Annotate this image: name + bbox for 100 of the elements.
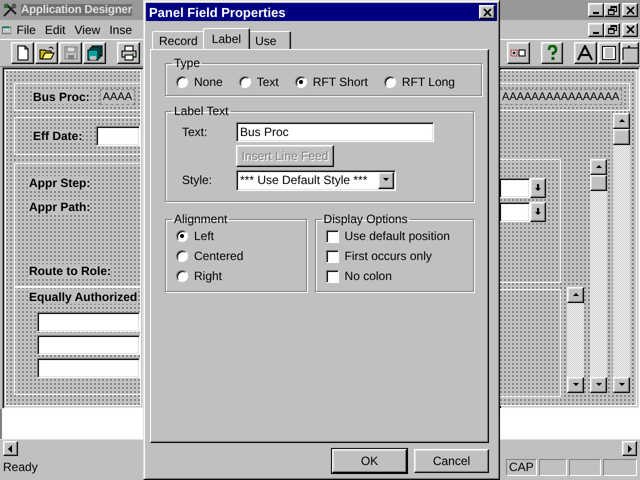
ok-button[interactable]: OK [332,449,407,473]
toolbar-button[interactable] [574,42,596,64]
scroll-up-button[interactable] [613,113,630,129]
scrollbar[interactable] [613,113,630,393]
radio-button[interactable] [176,250,188,262]
checkbox-label: No colon [344,269,392,283]
style-dropdown[interactable]: *** Use Default Style *** [236,170,396,190]
scrollbar[interactable] [500,439,640,457]
scroll-up-button[interactable] [567,287,584,303]
field-label: Appr Path: [29,200,90,214]
radio-button[interactable] [238,76,251,88]
menu-item[interactable]: Edit [44,22,66,36]
scrollbar[interactable] [567,287,584,393]
radio-label: RFT Long [402,75,455,89]
checkbox[interactable] [326,270,339,282]
radio-label: Left [194,229,214,243]
dropdown-button[interactable] [530,202,546,222]
dropdown-value: *** Use Default Style *** [240,173,368,187]
field-label: Style: [181,173,214,187]
window-title: Application Designer [21,4,132,16]
frame-icon [600,45,617,61]
toolbar-button[interactable] [11,42,34,64]
scroll-down-button[interactable] [567,377,584,393]
restore-button[interactable] [604,3,620,17]
restore-icon [608,6,616,14]
close-button[interactable] [479,5,495,19]
menu-item[interactable]: Inse [109,22,132,36]
radio-label: RFT Short [312,75,368,89]
minimize-icon [593,12,599,14]
scroll-right-button[interactable] [622,441,637,456]
dropdown-field[interactable] [500,202,530,222]
printer-icon [120,45,136,61]
frame-corner-icon [622,45,638,61]
radio-label: Text [256,75,279,89]
field-label: Bus Proc: [33,90,90,104]
status-panel [538,458,567,476]
menu-item[interactable]: File [16,22,36,36]
date-field[interactable] [96,126,140,146]
toolbar-button[interactable] [598,42,620,64]
checkbox[interactable] [326,230,339,242]
scrollbar[interactable] [590,159,607,393]
radio-button[interactable] [176,230,188,242]
arrow-down-icon [533,183,543,193]
minimize-icon [593,32,599,34]
toolbar-button[interactable] [117,42,140,64]
checkbox-label: Use default position [344,229,450,243]
field-label: Appr Step: [29,176,90,190]
input-field[interactable] [37,312,140,332]
menu-item[interactable]: View [74,22,100,36]
minimize-button[interactable] [588,3,604,17]
dropdown-button[interactable] [378,172,394,188]
text-field[interactable]: Bus Proc [236,122,434,142]
dropdown-field[interactable] [500,178,530,198]
status-panel [568,458,601,476]
radio-button[interactable] [176,270,188,282]
scroll-down-button[interactable] [590,377,607,393]
new-page-icon [14,45,30,61]
scroll-thumb[interactable] [590,175,607,191]
folder-icon [38,45,54,61]
status-text: Ready [2,459,39,476]
radio-button[interactable] [176,76,188,88]
toolbar-button[interactable] [83,42,106,64]
scroll-up-button[interactable] [590,159,607,175]
radio-button[interactable] [384,76,396,88]
close-button[interactable] [622,3,638,17]
close-icon [626,25,634,34]
toolbar-button[interactable] [540,42,563,64]
restore-icon [608,25,616,34]
tab[interactable]: Use [248,31,292,49]
scroll-down-button[interactable] [613,377,630,393]
cancel-button[interactable]: Cancel [414,449,489,473]
dialog-title: Panel Field Properties [149,4,286,20]
checkbox[interactable] [326,250,339,262]
group-title: Type [173,56,202,70]
scroll-left-button[interactable] [3,441,18,456]
group-title: Display Options [322,212,409,226]
input-field[interactable] [37,335,140,355]
status-indicator: CAP [506,458,537,476]
toolbar-button[interactable] [621,42,639,64]
input-field[interactable] [37,358,140,378]
scroll-thumb[interactable] [613,129,630,145]
status-panel [602,458,637,476]
field-value: AAAA [100,89,136,105]
radio-label: Centered [194,249,244,263]
tab[interactable]: Label [202,28,250,49]
restore-button[interactable] [604,22,620,36]
field-value: AAAAAAAAAAAAAAAA [500,89,622,105]
group-title: Equally Authorized [29,290,138,304]
scrollbar[interactable] [0,439,143,457]
field-label: Text: [181,125,208,139]
toolbar-button[interactable] [59,42,82,64]
toolbar-button[interactable] [35,42,58,64]
close-button[interactable] [622,22,638,36]
group-title: Label Text [173,104,230,118]
minimize-button[interactable] [588,22,604,36]
field-label: Route to Role: [29,264,111,278]
dropdown-button[interactable] [530,178,546,198]
radio-button[interactable] [294,76,307,88]
letter-a-icon [577,45,594,61]
toolbar-button[interactable] [507,42,530,64]
